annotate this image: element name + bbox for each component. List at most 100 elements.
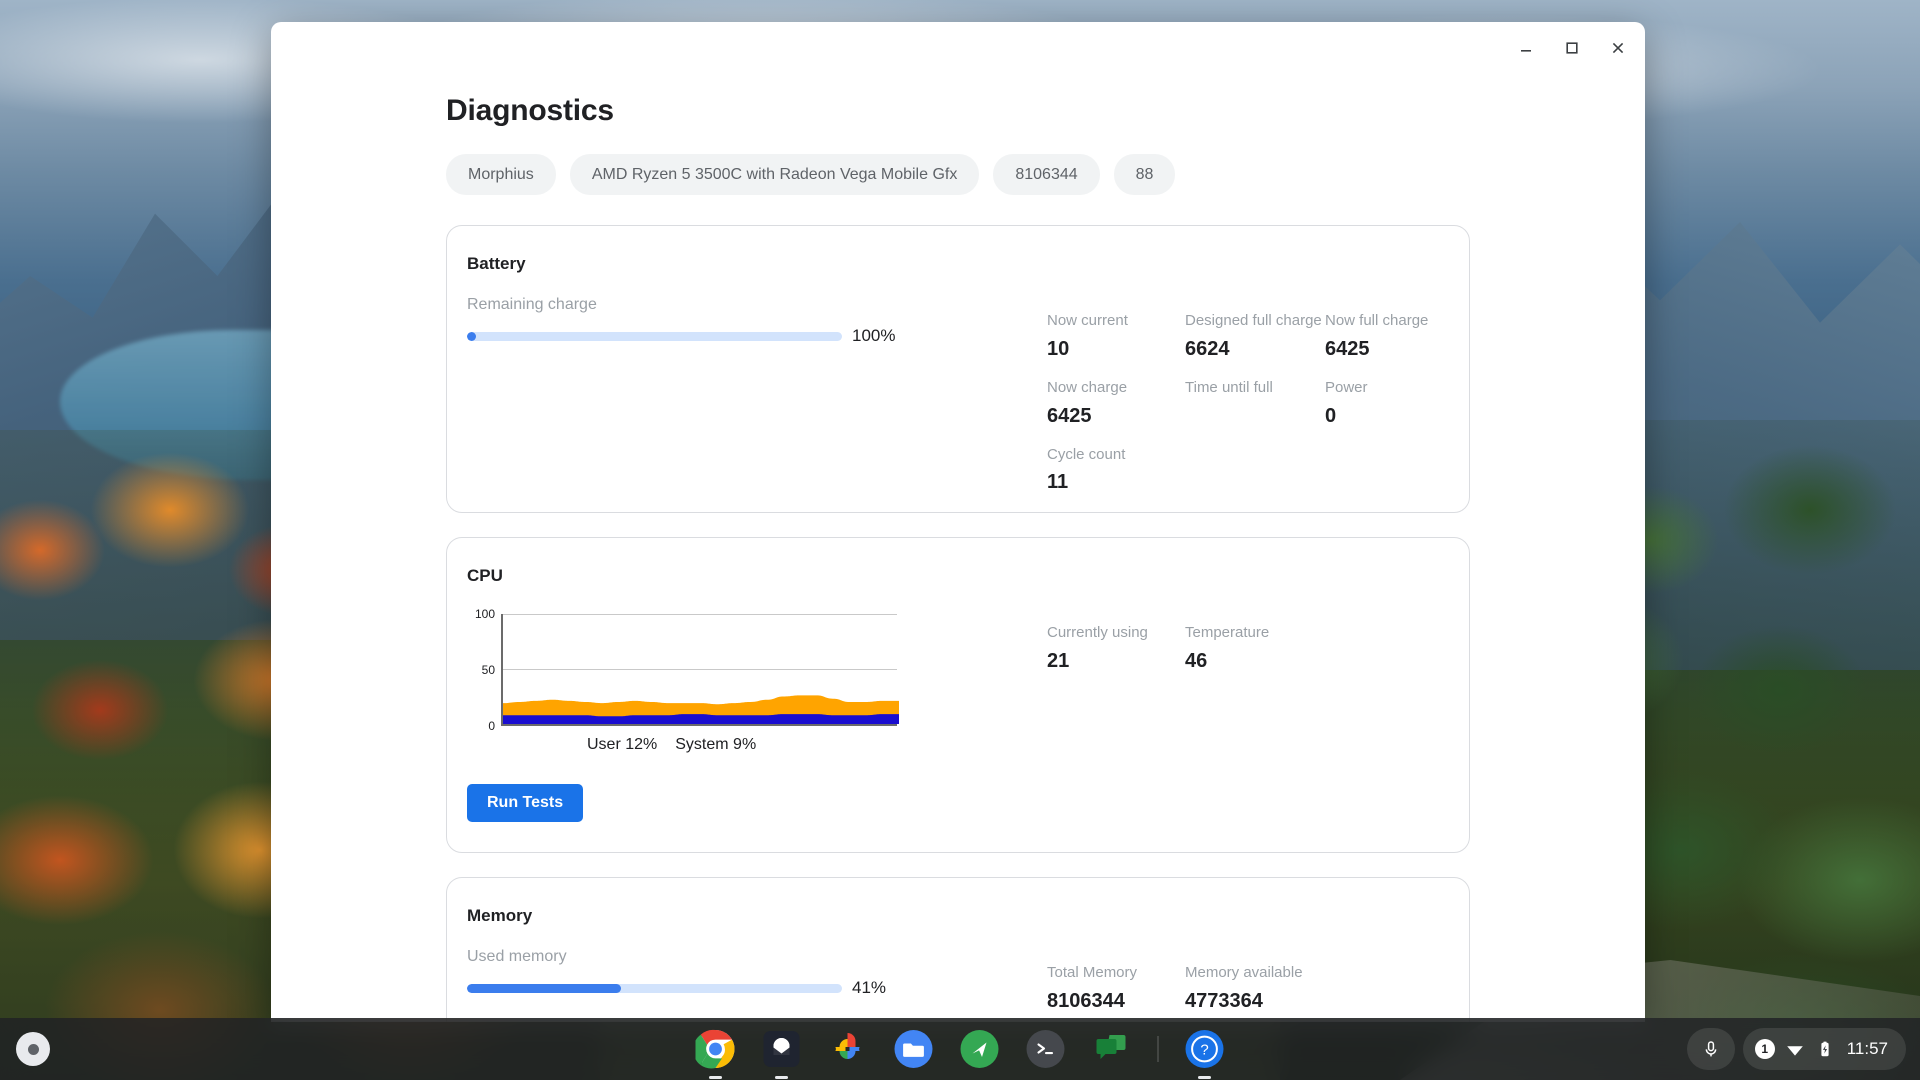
chip-board-name: Morphius [446, 154, 556, 195]
stat-key-total-memory: Total Memory [1047, 964, 1138, 982]
close-icon [1612, 42, 1624, 54]
stat-key-designed-full-charge: Designed full charge [1185, 312, 1322, 329]
stat-key-memory-available: Memory available [1185, 964, 1303, 982]
battery-stats-grid: Now current Designed full charge Now ful… [1047, 312, 1449, 512]
stat-key-temperature: Temperature [1185, 624, 1270, 642]
stat-value-cpu-spacer [1325, 649, 1449, 691]
svg-text:?: ? [1200, 1041, 1208, 1058]
legend-user: User 12% [587, 736, 658, 754]
battery-card-title: Battery [467, 254, 526, 273]
memory-progress-fill [467, 983, 621, 993]
shelf-item-maps[interactable] [960, 1029, 1000, 1069]
stat-key-cycle-count: Cycle count [1047, 445, 1126, 463]
y-tick-50: 50 [481, 663, 495, 678]
memory-meter-row: 41% [467, 978, 1047, 998]
memory-card-title: Memory [467, 906, 533, 926]
files-icon [894, 1030, 933, 1068]
stat-key-time-until-full: Time until full [1185, 378, 1273, 396]
clock-label: 11:57 [1846, 1039, 1888, 1058]
chat-icon [1096, 1035, 1126, 1059]
memory-progress-track [467, 983, 842, 993]
launcher-button[interactable] [16, 1032, 50, 1066]
chrome-icon [695, 1029, 735, 1069]
stat-value-now-charge: 6425 [1047, 404, 1092, 427]
gmail-icon [763, 1031, 800, 1067]
stat-value-currently-using: 21 [1047, 650, 1070, 672]
shelf-item-help[interactable]: ? [1185, 1029, 1225, 1079]
window-titlebar[interactable] [271, 22, 1645, 74]
page-title: Diagnostics [446, 94, 614, 127]
wifi-icon [1786, 1046, 1803, 1056]
photos-icon [835, 1033, 860, 1059]
diagnostics-content: Diagnostics Morphius AMD Ryzen 5 3500C w… [271, 74, 1645, 1022]
y-tick-100: 100 [474, 607, 495, 622]
shelf-item-files[interactable] [894, 1029, 934, 1069]
maximize-button[interactable] [1549, 28, 1595, 68]
stat-value-now-full-charge: 6425 [1325, 337, 1370, 360]
stat-key-currently-using: Currently using [1047, 624, 1148, 642]
legend-system: System 9% [675, 736, 757, 754]
stat-key-now-full-charge: Now full charge [1325, 312, 1429, 329]
stat-key-now-current: Now current [1047, 312, 1128, 329]
notification-count-badge: 1 [1754, 1039, 1775, 1059]
stat-value-now-current: 10 [1047, 337, 1070, 360]
shelf-item-chrome[interactable] [695, 1029, 736, 1079]
stat-value-cycle-count: 11 [1047, 471, 1069, 494]
shelf-item-chat[interactable] [1092, 1029, 1132, 1069]
chromeos-shelf: ? 1 11:57 [0, 1018, 1920, 1080]
memory-card: Memory Used memory 41% Run Tests Total M… [446, 877, 1470, 1022]
stat-key-cpu-spacer [1325, 624, 1449, 649]
maximize-icon [1566, 42, 1578, 54]
stat-key-spacer-b [1325, 446, 1449, 471]
cpu-card: CPU 100 50 0 User 12% System 9% Run Test… [446, 537, 1470, 854]
stat-value-designed-full-charge: 6624 [1185, 337, 1230, 360]
battery-progress-fill [467, 331, 476, 341]
stat-value-spacer-b [1325, 470, 1449, 512]
chart-y-axis: 100 50 0 [467, 607, 501, 733]
close-button[interactable] [1595, 28, 1641, 68]
cpu-usage-chart: 100 50 0 [467, 607, 899, 733]
system-info-chips: Morphius AMD Ryzen 5 3500C with Radeon V… [446, 154, 1645, 195]
minimize-button[interactable] [1503, 28, 1549, 68]
microphone-icon [1705, 1041, 1717, 1057]
battery-charging-icon [1821, 1041, 1829, 1057]
shelf-running-indicator-gmail [775, 1076, 788, 1079]
shelf-item-photos[interactable] [828, 1029, 868, 1069]
stat-key-spacer-a [1185, 446, 1325, 471]
maps-icon [960, 1030, 999, 1068]
stat-key-now-charge: Now charge [1047, 378, 1128, 396]
chart-plot-area [501, 614, 899, 727]
terminal-icon [1026, 1030, 1065, 1068]
chip-cpu-model: AMD Ryzen 5 3500C with Radeon Vega Mobil… [569, 154, 980, 195]
chip-version: 88 [1113, 154, 1176, 195]
shelf-running-indicator-help [1198, 1076, 1211, 1079]
stat-key-memory-spacer [1325, 964, 1449, 989]
memory-meter-label: Used memory [467, 948, 567, 966]
battery-meter-row: 100% [467, 326, 1047, 346]
shelf-separator [1157, 1036, 1159, 1062]
battery-meter-label: Remaining charge [467, 296, 597, 313]
battery-progress-track [467, 331, 842, 341]
cpu-stats-grid: Currently using Temperature 21 46 [1047, 624, 1449, 691]
cpu-card-title: CPU [467, 566, 503, 586]
shelf-item-gmail[interactable] [762, 1029, 802, 1079]
microphone-tray-button[interactable] [1686, 1028, 1735, 1070]
shelf-item-terminal[interactable] [1026, 1029, 1066, 1069]
stat-key-power: Power [1325, 378, 1368, 396]
stat-value-temperature: 46 [1185, 650, 1208, 672]
system-tray: 1 11:57 [1686, 1028, 1906, 1070]
cpu-area-series [503, 695, 899, 725]
shelf-running-indicator-chrome [709, 1076, 722, 1079]
status-area-button[interactable]: 1 11:57 [1742, 1028, 1906, 1070]
cpu-chart-legend: User 12% System 9% [587, 736, 1047, 754]
minimize-icon [1521, 50, 1531, 52]
stat-value-power: 0 [1325, 404, 1337, 427]
memory-percent-label: 41% [852, 978, 887, 998]
chip-total-memory: 8106344 [993, 154, 1100, 195]
shelf-app-list: ? [695, 1018, 1225, 1080]
battery-card: Battery Remaining charge 100% Now curren… [446, 225, 1470, 514]
stat-value-time-until-full [1185, 404, 1325, 446]
help-icon: ? [1185, 1030, 1224, 1068]
diagnostics-window: Diagnostics Morphius AMD Ryzen 5 3500C w… [271, 22, 1645, 1022]
cpu-run-tests-button[interactable]: Run Tests [467, 784, 584, 823]
